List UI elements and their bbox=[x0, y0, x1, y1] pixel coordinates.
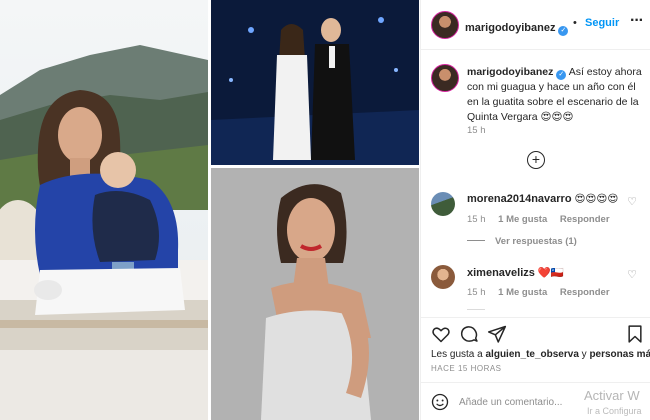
likes-connector: y bbox=[581, 349, 587, 360]
comment-time[interactable]: 15 h bbox=[467, 214, 486, 225]
post-media-collage[interactable] bbox=[0, 0, 420, 420]
post-caption: marigodoyibanez ✓ Así estoy ahora con mi … bbox=[467, 65, 645, 125]
comment: morena2014navarro 😍😍😍😍 bbox=[467, 193, 618, 205]
view-replies-label: Ver respuestas (1) bbox=[495, 236, 577, 247]
caption-username[interactable]: marigodoyibanez bbox=[467, 66, 553, 78]
comment-heart-icon[interactable]: ♡ bbox=[627, 195, 637, 208]
comment-meta: 15 h 1 Me gusta Responder bbox=[467, 287, 620, 298]
likes-prefix: Les gusta a bbox=[431, 349, 483, 360]
author-avatar[interactable] bbox=[431, 11, 459, 39]
view-replies-button[interactable]: Ver respuestas (1) bbox=[467, 236, 577, 247]
plus-circle-icon[interactable]: + bbox=[527, 151, 545, 169]
reply-button[interactable]: Responder bbox=[560, 214, 610, 225]
comment-username[interactable]: morena2014navarro bbox=[467, 193, 572, 205]
likes-summary: Les gusta a alguien_te_observa y persona… bbox=[431, 349, 650, 360]
comment-heart-icon[interactable]: ♡ bbox=[627, 268, 637, 281]
photo-mother-baby[interactable] bbox=[0, 0, 208, 420]
author-username-row: marigodoyibanez ✓ bbox=[465, 18, 569, 36]
comment-meta: 15 h 1 Me gusta Responder bbox=[467, 214, 620, 225]
likes-others[interactable]: personas más bbox=[589, 349, 650, 360]
comment-username[interactable]: ximenavelizs bbox=[467, 267, 535, 279]
replies-line bbox=[467, 309, 485, 310]
bookmark-icon[interactable] bbox=[625, 324, 645, 344]
comment-time[interactable]: 15 h bbox=[467, 287, 486, 298]
photo-stage-performance[interactable] bbox=[211, 0, 419, 165]
follow-button[interactable]: Seguir bbox=[585, 17, 619, 29]
post-header: marigodoyibanez ✓ • Seguir ··· bbox=[421, 0, 650, 50]
author-username[interactable]: marigodoyibanez bbox=[465, 22, 555, 34]
comment-text: ❤️🇨🇱 bbox=[537, 267, 564, 279]
reply-button[interactable]: Responder bbox=[560, 287, 610, 298]
commenter-avatar[interactable] bbox=[431, 192, 455, 216]
likes-user[interactable]: alguien_te_observa bbox=[486, 349, 579, 360]
more-options-icon[interactable]: ··· bbox=[630, 12, 644, 30]
emoji-icon[interactable] bbox=[431, 393, 449, 411]
photo-portrait[interactable] bbox=[211, 168, 419, 420]
windows-activation-hint: Ir a Configura bbox=[587, 406, 642, 416]
comment-text: 😍😍😍😍 bbox=[574, 193, 619, 205]
post-detail-panel: marigodoyibanez ✓ • Seguir ··· marigodoyi… bbox=[420, 0, 650, 420]
comment-icon[interactable] bbox=[459, 324, 479, 344]
comments-section[interactable]: marigodoyibanez ✓ Así estoy ahora con mi … bbox=[421, 51, 650, 317]
heart-icon[interactable] bbox=[431, 324, 451, 344]
post-actions: Les gusta a alguien_te_observa y persona… bbox=[421, 317, 650, 420]
verified-badge-icon: ✓ bbox=[558, 26, 569, 36]
share-icon[interactable] bbox=[487, 324, 507, 344]
post-timestamp[interactable]: HACE 15 HORAS bbox=[431, 364, 502, 373]
verified-badge-icon: ✓ bbox=[556, 70, 567, 80]
caption-author-avatar[interactable] bbox=[431, 64, 459, 92]
header-separator: • bbox=[573, 17, 577, 29]
replies-line bbox=[467, 240, 485, 241]
comment: ximenavelizs ❤️🇨🇱 bbox=[467, 266, 564, 279]
commenter-avatar[interactable] bbox=[431, 265, 455, 289]
caption-time[interactable]: 15 h bbox=[467, 125, 486, 136]
windows-activation-watermark: Activar W bbox=[584, 388, 640, 403]
comment-likes-count[interactable]: 1 Me gusta bbox=[498, 214, 547, 225]
comment-likes-count[interactable]: 1 Me gusta bbox=[498, 287, 547, 298]
